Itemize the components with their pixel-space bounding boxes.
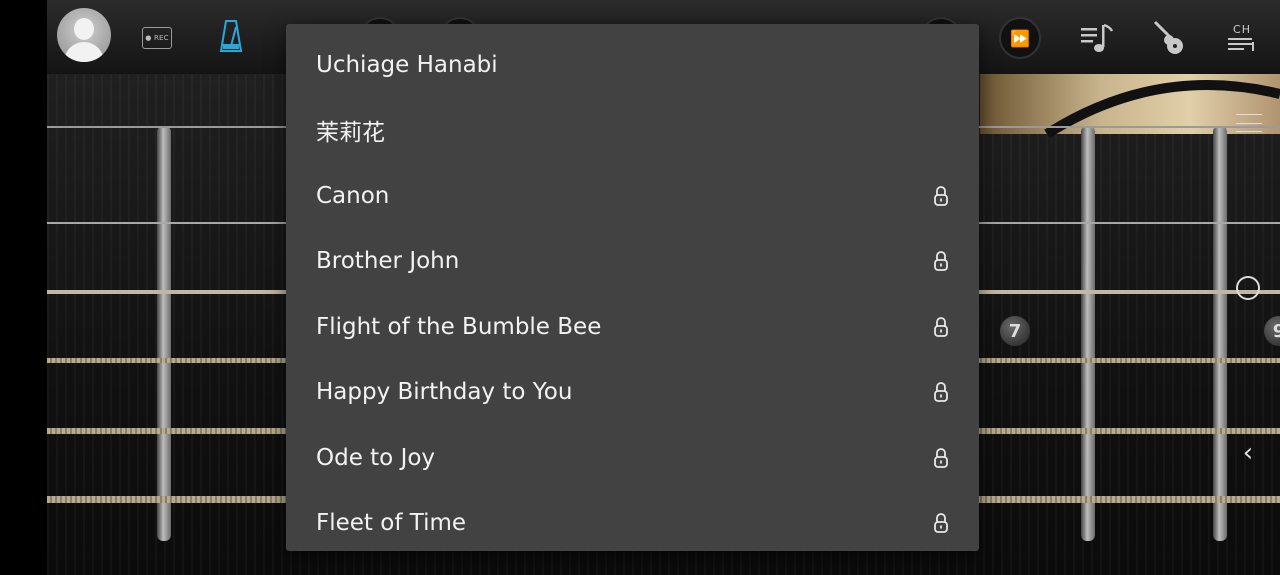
chords-icon — [1228, 37, 1254, 51]
song-item[interactable]: Flight of the Bumble Bee — [286, 294, 979, 360]
song-item-label: Fleet of Time — [316, 510, 467, 537]
song-item[interactable]: Brother John — [286, 229, 979, 295]
rec-icon: ● — [145, 34, 154, 42]
song-item[interactable]: Uchiage Hanabi — [286, 32, 979, 98]
metronome-icon[interactable] — [219, 18, 243, 54]
lock-icon — [934, 447, 948, 468]
left-edge — [0, 0, 47, 575]
fret-bar — [1081, 126, 1095, 541]
lock-icon — [934, 316, 948, 337]
song-list-icon[interactable] — [1077, 20, 1117, 56]
menu-icon[interactable] — [1232, 110, 1266, 136]
song-item-label: 茉莉花 — [316, 120, 385, 147]
app-screen: ● REC ⏩ CH 7 9 ‹ Uchiage Hanabi 茉莉花 Cano… — [0, 0, 1280, 575]
lock-icon — [934, 251, 948, 272]
song-item[interactable]: Ode to Joy — [286, 425, 979, 491]
avatar[interactable] — [57, 8, 111, 62]
lock-icon — [934, 185, 948, 206]
play-button[interactable]: ⏩ — [999, 17, 1041, 59]
chords-button[interactable]: CH — [1224, 20, 1260, 54]
song-item[interactable]: Fleet of Time — [286, 491, 979, 552]
song-dropdown-menu: Uchiage Hanabi 茉莉花 Canon Brother John Fl… — [286, 24, 979, 551]
song-item[interactable]: Canon — [286, 163, 979, 229]
back-icon[interactable]: ‹ — [1234, 438, 1262, 468]
fret-bar — [157, 126, 171, 541]
lock-icon — [934, 382, 948, 403]
song-item-label: Uchiage Hanabi — [316, 51, 498, 78]
rec-button[interactable]: ● REC — [142, 27, 172, 49]
song-item-label: Brother John — [316, 248, 460, 275]
guitar-icon[interactable] — [1149, 18, 1189, 58]
song-item[interactable]: Happy Birthday to You — [286, 360, 979, 426]
fret-bar — [1213, 126, 1227, 541]
song-item-label: Canon — [316, 182, 390, 209]
song-item-label: Happy Birthday to You — [316, 379, 573, 406]
fret-marker: 7 — [1000, 316, 1030, 346]
chords-label: CH — [1233, 22, 1251, 36]
play-icon: ⏩ — [1010, 28, 1030, 48]
fret-marker: 9 — [1264, 316, 1280, 346]
lock-icon — [934, 513, 948, 534]
rec-label: REC — [153, 34, 169, 42]
song-item-label: Ode to Joy — [316, 444, 436, 471]
home-icon[interactable] — [1234, 274, 1262, 302]
song-item[interactable]: 茉莉花 — [286, 98, 979, 164]
song-item-label: Flight of the Bumble Bee — [316, 313, 602, 340]
